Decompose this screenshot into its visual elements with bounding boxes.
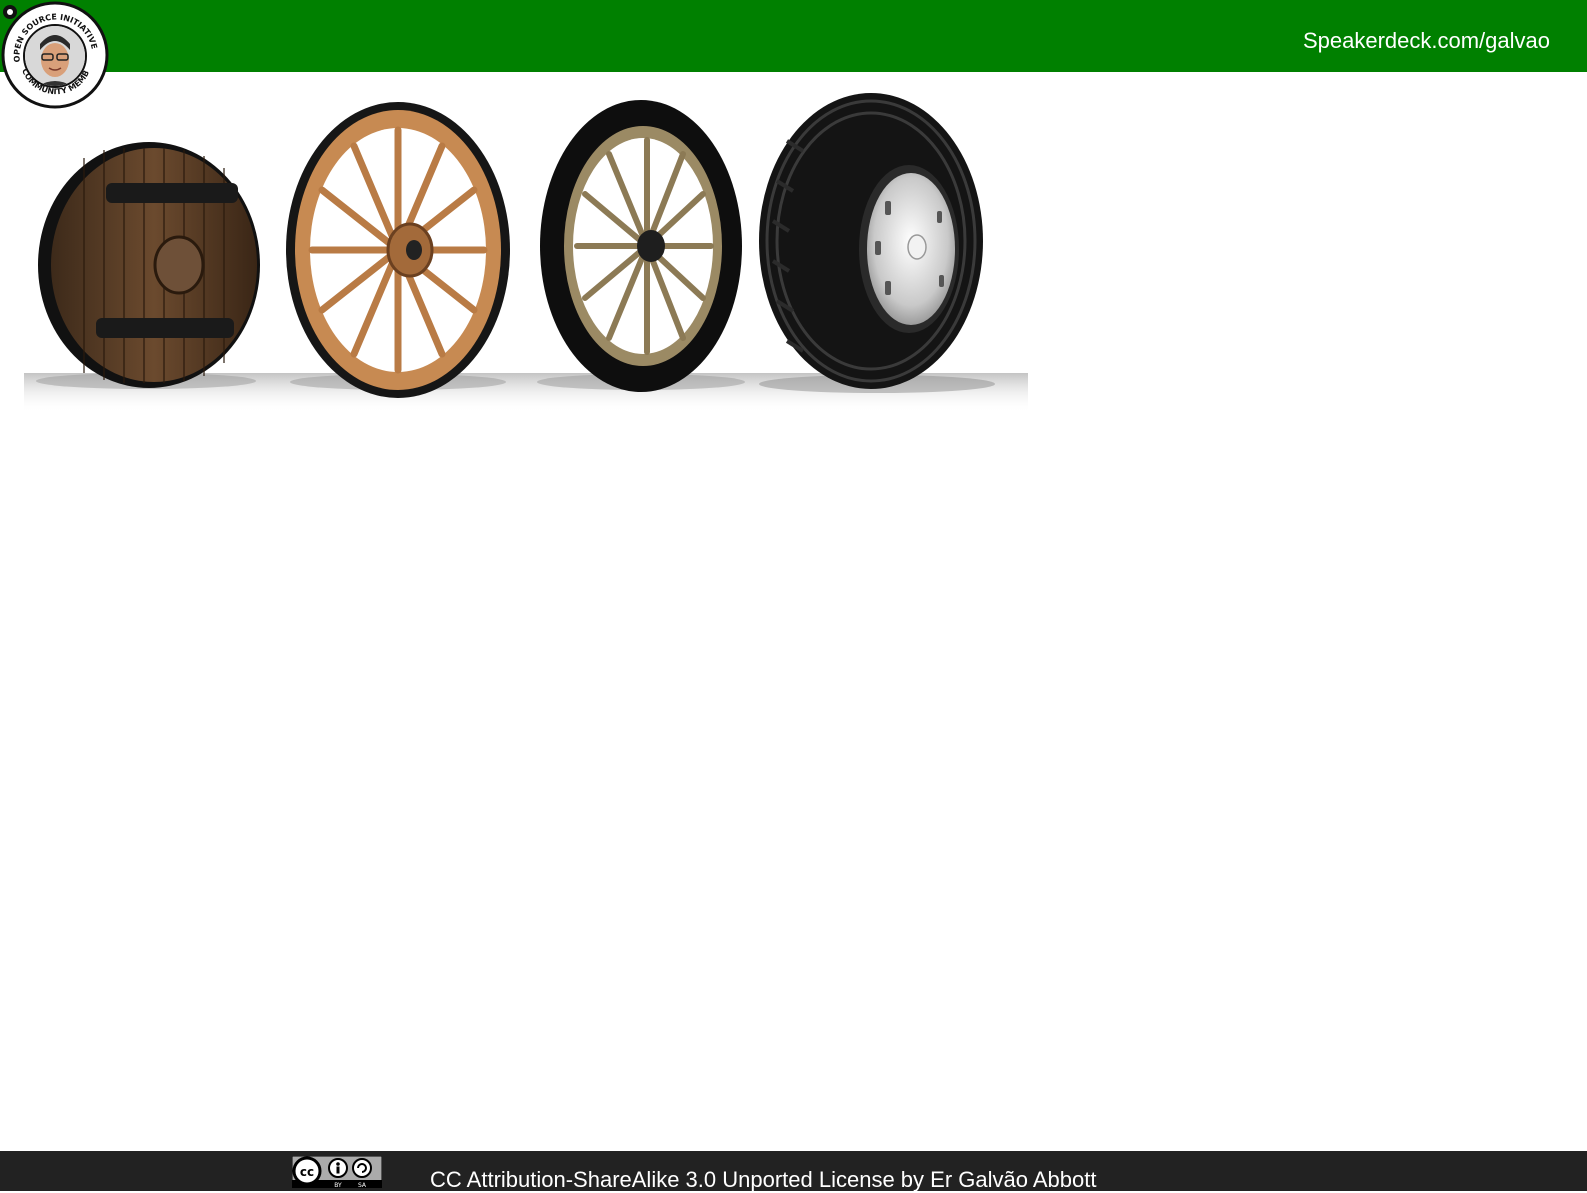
- svg-text:SA: SA: [358, 1182, 367, 1188]
- license-text: CC Attribution-ShareAlike 3.0 Unported L…: [430, 1167, 1097, 1192]
- svg-text:BY: BY: [334, 1182, 342, 1188]
- slide-header: Speakerdeck.com/galvao: [0, 0, 1587, 72]
- wooden-spoke-wheel: [286, 102, 510, 398]
- wheel-evolution-image: [24, 93, 1028, 413]
- svg-text:cc: cc: [300, 1165, 314, 1179]
- wooden-disc-wheel: [36, 142, 260, 389]
- slide-footer: cc BY SA CC Attribution-ShareAlike 3.0 U…: [0, 1151, 1587, 1192]
- speakerdeck-link[interactable]: Speakerdeck.com/galvao: [1303, 28, 1550, 54]
- rubber-spoke-wheel: [537, 100, 745, 392]
- modern-tire: [759, 93, 995, 393]
- cc-by-sa-icon: cc BY SA: [292, 1156, 382, 1188]
